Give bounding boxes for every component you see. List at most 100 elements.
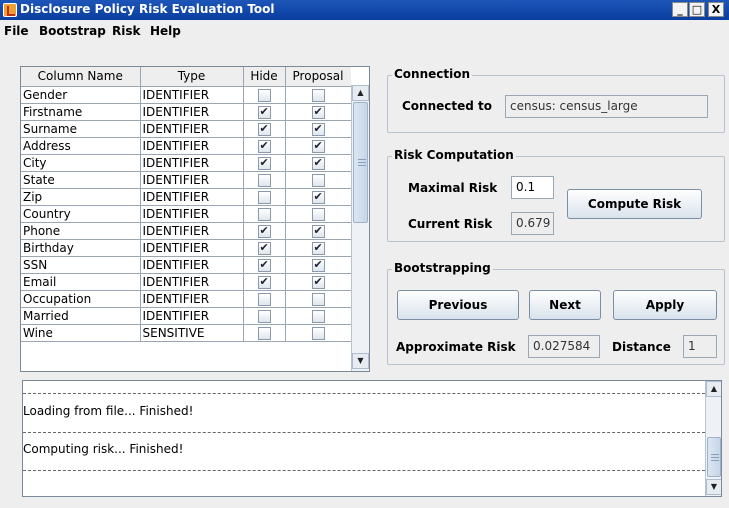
type-cell[interactable]: IDENTIFIER [140, 239, 244, 257]
log-vertical-scrollbar[interactable]: ▲ ▼ [705, 381, 721, 496]
table-row[interactable]: Gender IDENTIFIER [21, 86, 351, 104]
previous-button[interactable]: Previous [397, 290, 519, 320]
proposal-checkbox[interactable] [311, 292, 325, 306]
minimize-button[interactable]: _ [672, 2, 688, 17]
table-row[interactable]: SSN IDENTIFIER [21, 256, 351, 274]
column-name-cell[interactable]: SSN [21, 256, 141, 274]
table-row[interactable]: Wine SENSITIVE [21, 324, 351, 342]
type-cell[interactable]: IDENTIFIER [140, 205, 244, 223]
hide-checkbox[interactable] [257, 190, 271, 204]
table-row[interactable]: Firstname IDENTIFIER [21, 103, 351, 121]
hide-checkbox[interactable] [257, 155, 271, 170]
header-column-name[interactable]: Column Name [21, 67, 141, 87]
menu-help[interactable]: Help [150, 24, 181, 38]
table-row[interactable]: Birthday IDENTIFIER [21, 239, 351, 257]
next-button[interactable]: Next [529, 290, 601, 320]
type-cell[interactable]: SENSITIVE [140, 324, 244, 342]
column-name-cell[interactable]: City [21, 154, 141, 172]
table-row[interactable]: Occupation IDENTIFIER [21, 290, 351, 308]
column-name-cell[interactable]: Birthday [21, 239, 141, 257]
table-row[interactable]: Surname IDENTIFIER [21, 120, 351, 138]
type-cell[interactable]: IDENTIFIER [140, 171, 244, 189]
hide-checkbox[interactable] [257, 173, 271, 187]
table-row[interactable]: City IDENTIFIER [21, 154, 351, 172]
column-name-cell[interactable]: Zip [21, 188, 141, 206]
table-row[interactable]: Phone IDENTIFIER [21, 222, 351, 240]
header-type[interactable]: Type [140, 67, 244, 87]
column-name-cell[interactable]: Occupation [21, 290, 141, 308]
hide-checkbox[interactable] [257, 138, 271, 153]
type-cell[interactable]: IDENTIFIER [140, 188, 244, 206]
hide-checkbox[interactable] [257, 223, 271, 238]
proposal-checkbox[interactable] [311, 326, 325, 340]
apply-button[interactable]: Apply [613, 290, 717, 320]
type-cell[interactable]: IDENTIFIER [140, 120, 244, 138]
type-cell[interactable]: IDENTIFIER [140, 103, 244, 121]
proposal-checkbox[interactable] [311, 257, 325, 272]
proposal-checkbox[interactable] [311, 138, 325, 153]
scroll-up-icon[interactable]: ▲ [352, 85, 369, 101]
log-scroll-down-icon[interactable]: ▼ [706, 479, 721, 495]
type-cell[interactable]: IDENTIFIER [140, 307, 244, 325]
menu-bootstrap[interactable]: Bootstrap [39, 24, 106, 38]
column-name-cell[interactable]: State [21, 171, 141, 189]
hide-checkbox[interactable] [257, 121, 271, 136]
column-name-cell[interactable]: Married [21, 307, 141, 325]
table-row[interactable]: Email IDENTIFIER [21, 273, 351, 291]
proposal-checkbox[interactable] [311, 274, 325, 289]
proposal-checkbox[interactable] [311, 240, 325, 255]
header-hide[interactable]: Hide [243, 67, 286, 87]
hide-checkbox[interactable] [257, 207, 271, 221]
hide-checkbox[interactable] [257, 309, 271, 323]
log-scroll-up-icon[interactable]: ▲ [706, 381, 721, 397]
hide-checkbox[interactable] [257, 274, 271, 289]
hide-checkbox[interactable] [257, 257, 271, 272]
header-proposal[interactable]: Proposal [285, 67, 351, 87]
table-scroll-thumb[interactable] [353, 102, 368, 223]
proposal-checkbox[interactable] [311, 223, 325, 238]
proposal-checkbox[interactable] [311, 121, 325, 136]
title-bar[interactable]: Disclosure Policy Risk Evaluation Tool _… [0, 0, 729, 20]
menu-file[interactable]: File [4, 24, 29, 38]
type-cell[interactable]: IDENTIFIER [140, 154, 244, 172]
proposal-checkbox[interactable] [311, 309, 325, 323]
column-name-cell[interactable]: Address [21, 137, 141, 155]
table-row[interactable]: Address IDENTIFIER [21, 137, 351, 155]
hide-checkbox[interactable] [257, 292, 271, 306]
type-cell[interactable]: IDENTIFIER [140, 273, 244, 291]
proposal-checkbox[interactable] [311, 88, 325, 102]
type-cell[interactable]: IDENTIFIER [140, 222, 244, 240]
proposal-checkbox[interactable] [311, 173, 325, 187]
column-name-cell[interactable]: Gender [21, 86, 141, 104]
type-cell[interactable]: IDENTIFIER [140, 86, 244, 104]
maximal-risk-input[interactable]: 0.1 [511, 176, 554, 199]
maximize-button[interactable]: □ [689, 2, 705, 17]
column-name-cell[interactable]: Country [21, 205, 141, 223]
hide-checkbox[interactable] [257, 326, 271, 340]
proposal-checkbox[interactable] [311, 207, 325, 221]
scroll-down-icon[interactable]: ▼ [352, 353, 369, 369]
menu-risk[interactable]: Risk [112, 24, 140, 38]
hide-checkbox[interactable] [257, 104, 271, 119]
log-scroll-thumb[interactable] [707, 437, 721, 477]
column-name-cell[interactable]: Phone [21, 222, 141, 240]
table-row[interactable]: Married IDENTIFIER [21, 307, 351, 325]
column-name-cell[interactable]: Firstname [21, 103, 141, 121]
type-cell[interactable]: IDENTIFIER [140, 137, 244, 155]
table-row[interactable]: Country IDENTIFIER [21, 205, 351, 223]
table-row[interactable]: State IDENTIFIER [21, 171, 351, 189]
type-cell[interactable]: IDENTIFIER [140, 256, 244, 274]
column-name-cell[interactable]: Surname [21, 120, 141, 138]
proposal-checkbox[interactable] [311, 104, 325, 119]
type-cell[interactable]: IDENTIFIER [140, 290, 244, 308]
table-vertical-scrollbar[interactable]: ▲ ▼ [351, 85, 369, 371]
proposal-checkbox[interactable] [311, 189, 325, 204]
proposal-checkbox[interactable] [311, 155, 325, 170]
hide-checkbox[interactable] [257, 88, 271, 102]
table-row[interactable]: Zip IDENTIFIER [21, 188, 351, 206]
column-name-cell[interactable]: Email [21, 273, 141, 291]
compute-risk-button[interactable]: Compute Risk [567, 189, 702, 219]
hide-checkbox[interactable] [257, 240, 271, 255]
close-button[interactable]: X [708, 2, 724, 17]
column-name-cell[interactable]: Wine [21, 324, 141, 342]
